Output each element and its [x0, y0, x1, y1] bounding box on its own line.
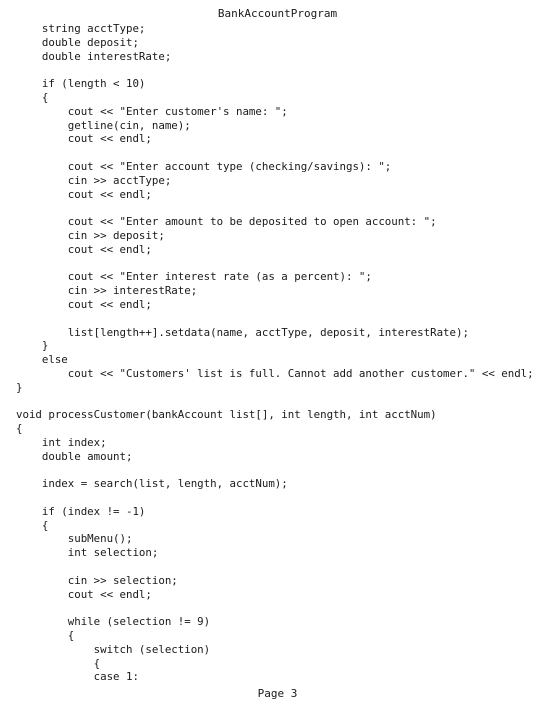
code-listing: string acctType; double deposit; double … — [16, 22, 534, 684]
code-line: double interestRate; — [16, 49, 172, 63]
code-line: list[length++].setdata(name, acctType, d… — [16, 325, 469, 339]
code-line: { — [16, 656, 101, 670]
document-page: BankAccountProgram string acctType; doub… — [0, 0, 555, 716]
code-line: } — [16, 380, 23, 394]
code-line: cout << endl; — [16, 587, 152, 601]
code-line: double amount; — [16, 449, 133, 463]
code-line: cin >> interestRate; — [16, 284, 198, 298]
code-line: cout << endl; — [16, 132, 152, 146]
code-line: cin >> deposit; — [16, 228, 165, 242]
code-line: index = search(list, length, acctNum); — [16, 477, 288, 491]
code-line: } — [16, 339, 49, 353]
code-line: double deposit; — [16, 35, 139, 49]
code-line: { — [16, 518, 49, 532]
code-line: cout << "Customers' list is full. Cannot… — [16, 366, 534, 380]
code-line: cin >> acctType; — [16, 173, 172, 187]
code-line: int index; — [16, 435, 107, 449]
code-line: string acctType; — [16, 22, 146, 35]
code-line: cout << "Enter amount to be deposited to… — [16, 215, 437, 229]
code-line: subMenu(); — [16, 532, 133, 546]
code-line: { — [16, 90, 49, 104]
code-line: if (length < 10) — [16, 77, 146, 91]
code-line: switch (selection) — [16, 642, 211, 656]
code-line: case 1: — [16, 670, 139, 684]
code-line: { — [16, 422, 23, 436]
code-line: getline(cin, name); — [16, 118, 191, 132]
code-line: cout << endl; — [16, 187, 152, 201]
code-line: cin >> selection; — [16, 573, 178, 587]
code-line: { — [16, 629, 75, 643]
page-header-title: BankAccountProgram — [217, 7, 338, 20]
code-line: cout << "Enter account type (checking/sa… — [16, 159, 392, 173]
code-line: if (index != -1) — [16, 504, 146, 518]
page-number: Page 3 — [257, 687, 298, 700]
code-line: int selection; — [16, 546, 159, 560]
code-line: void processCustomer(bankAccount list[],… — [16, 408, 437, 422]
code-line: while (selection != 9) — [16, 615, 211, 629]
code-line: else — [16, 353, 68, 367]
code-line: cout << endl; — [16, 297, 152, 311]
code-line: cout << endl; — [16, 242, 152, 256]
code-line: cout << "Enter interest rate (as a perce… — [16, 270, 372, 284]
code-line: cout << "Enter customer's name: "; — [16, 104, 288, 118]
